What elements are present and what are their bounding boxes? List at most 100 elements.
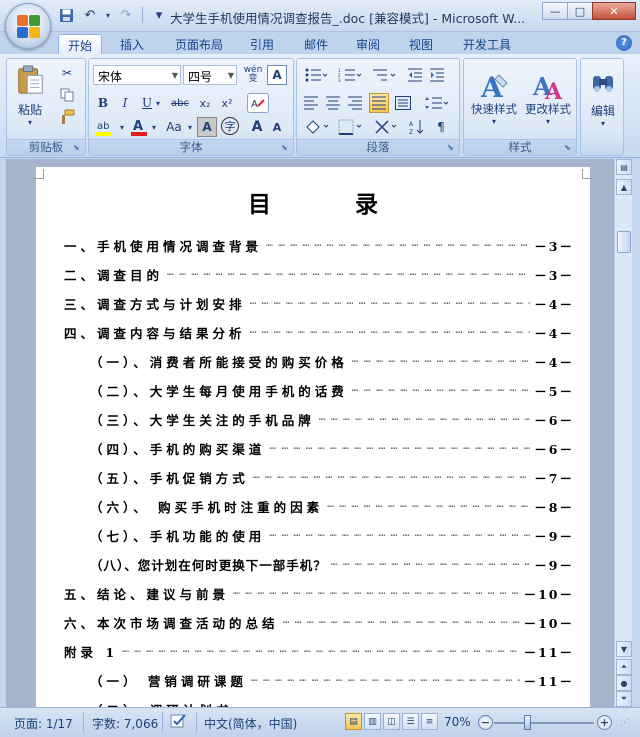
ruler-toggle-icon[interactable]: ▤ [616,159,632,175]
subscript-button[interactable]: x₂ [195,93,215,113]
tab-review[interactable]: 审阅 [346,34,390,54]
close-button[interactable]: ✕ [592,2,636,20]
align-center-icon[interactable] [323,93,343,113]
font-color-button[interactable]: A [129,117,149,137]
underline-dropdown-icon[interactable]: ▾ [153,93,163,113]
full-screen-reading-view-icon[interactable]: ▥ [364,713,381,730]
toc-entry[interactable]: 三、调查方式与计划安排 ┈ ┈ ┈ ┈ ┈ ┈ ┈ ┈ ┈ ┈ ┈ ┈ ┈ ┈ ┈… [64,293,574,313]
styles-launcher-icon[interactable]: ⬊ [564,143,574,153]
scroll-down-icon[interactable]: ▼ [616,641,632,657]
numbering-button[interactable]: 123 [335,65,365,85]
line-spacing-button[interactable] [421,93,451,113]
tab-view[interactable]: 视图 [399,34,443,54]
redo-button[interactable]: ↷ [116,6,136,24]
borders-button[interactable] [335,117,365,137]
page-count-status[interactable]: 页面: 1/17 [14,715,73,732]
scroll-up-icon[interactable]: ▲ [616,179,632,195]
paste-button[interactable]: 粘贴 ▾ [13,65,47,127]
vertical-scrollbar[interactable]: ▤ ▲ ▼ ⏶ ● ⏷ [614,159,632,707]
toc-entry[interactable]: 一、手机使用情况调查背景 ┈ ┈ ┈ ┈ ┈ ┈ ┈ ┈ ┈ ┈ ┈ ┈ ┈ ┈ … [64,235,574,255]
font-launcher-icon[interactable]: ⬊ [281,143,291,153]
toc-entry[interactable]: （二）、大学生每月使用手机的话费 ┈ ┈ ┈ ┈ ┈ ┈ ┈ ┈ ┈ ┈ ┈ ┈ … [90,380,574,400]
zoom-level[interactable]: 70% [444,715,471,729]
character-border-button[interactable]: A [267,65,287,85]
toc-entry[interactable]: 六、本次市场调查活动的总结 ┈ ┈ ┈ ┈ ┈ ┈ ┈ ┈ ┈ ┈ ┈ ┈ ┈ ┈… [64,612,574,632]
show-marks-icon[interactable]: ¶ [431,117,451,137]
paragraph-launcher-icon[interactable]: ⬊ [447,143,457,153]
decrease-indent-icon[interactable] [405,65,425,85]
toc-entry[interactable]: （六）、 购买手机时注重的因素 ┈ ┈ ┈ ┈ ┈ ┈ ┈ ┈ ┈ ┈ ┈ ┈ ┈… [90,496,574,516]
shrink-font-button[interactable]: A [267,117,287,137]
character-shading-button[interactable]: A [197,117,217,137]
select-browse-object-icon[interactable]: ● [616,675,632,691]
proofing-icon[interactable] [170,713,188,732]
print-layout-view-icon[interactable]: ▤ [345,713,362,730]
language-status[interactable]: 中文(简体，中国) [204,715,297,732]
format-painter-icon[interactable] [57,107,77,127]
toc-entry[interactable]: （五）、手机促销方式 ┈ ┈ ┈ ┈ ┈ ┈ ┈ ┈ ┈ ┈ ┈ ┈ ┈ ┈ ┈ … [90,467,574,487]
toc-entry[interactable]: （一）、消费者所能接受的购买价格 ┈ ┈ ┈ ┈ ┈ ┈ ┈ ┈ ┈ ┈ ┈ ┈ … [90,351,574,371]
cut-icon[interactable]: ✂ [57,63,77,83]
italic-button[interactable]: I [115,93,135,113]
quick-styles-button[interactable]: A 快速样式 ▾ [468,63,520,133]
tab-home[interactable]: 开始 [58,34,102,54]
phonetic-guide-button[interactable]: wén 变 [241,65,265,85]
highlight-dropdown-icon[interactable]: ▾ [117,117,127,137]
maximize-button[interactable]: □ [567,2,593,20]
next-page-icon[interactable]: ⏷ [616,691,632,707]
previous-page-icon[interactable]: ⏶ [616,659,632,675]
draft-view-icon[interactable]: ≡ [421,713,438,730]
tab-page-layout[interactable]: 页面布局 [164,34,234,54]
resize-grip-icon[interactable]: ⋰ [620,718,629,728]
change-case-button[interactable]: Aa [163,117,185,137]
tab-developer[interactable]: 开发工具 [452,34,522,54]
change-case-dropdown-icon[interactable]: ▾ [185,117,195,137]
save-button[interactable] [56,6,76,24]
bold-button[interactable]: B [93,93,113,113]
enclose-characters-button[interactable]: 字 [221,117,239,135]
strikethrough-button[interactable]: abc [167,93,193,113]
clipboard-launcher-icon[interactable]: ⬊ [73,143,83,153]
font-color-dropdown-icon[interactable]: ▾ [149,117,159,137]
align-right-icon[interactable] [345,93,365,113]
help-icon[interactable]: ? [616,35,632,51]
toc-entry[interactable]: 二、调查目的 ┈ ┈ ┈ ┈ ┈ ┈ ┈ ┈ ┈ ┈ ┈ ┈ ┈ ┈ ┈ ┈ ┈ … [64,264,574,284]
copy-icon[interactable] [57,85,77,105]
document-page[interactable]: 目 录 一、手机使用情况调查背景 ┈ ┈ ┈ ┈ ┈ ┈ ┈ ┈ ┈ ┈ ┈ ┈ … [34,167,592,708]
tab-insert[interactable]: 插入 [110,34,154,54]
font-size-field[interactable]: 四号 ▼ [183,65,237,85]
font-name-field[interactable]: 宋体 ▼ [93,65,181,85]
zoom-out-icon[interactable]: − [478,715,493,730]
increase-indent-icon[interactable] [427,65,447,85]
grow-font-button[interactable]: A [247,117,267,137]
sort-icon[interactable]: AZ [407,117,427,137]
outline-view-icon[interactable]: ☰ [402,713,419,730]
toc-entry[interactable]: （三）、大学生关注的手机品牌 ┈ ┈ ┈ ┈ ┈ ┈ ┈ ┈ ┈ ┈ ┈ ┈ ┈ … [90,409,574,429]
tab-references[interactable]: 引用 [240,34,284,54]
undo-button[interactable]: ↶ [80,6,100,24]
toc-entry[interactable]: 五、结论、建议与前景 ┈ ┈ ┈ ┈ ┈ ┈ ┈ ┈ ┈ ┈ ┈ ┈ ┈ ┈ ┈ … [64,583,574,603]
toc-entry[interactable]: 四、调查内容与结果分析 ┈ ┈ ┈ ┈ ┈ ┈ ┈ ┈ ┈ ┈ ┈ ┈ ┈ ┈ ┈… [64,322,574,342]
change-styles-button[interactable]: A A 更改样式 ▾ [522,63,574,133]
multilevel-list-button[interactable] [369,65,399,85]
toc-entry[interactable]: 附录 1 ┈ ┈ ┈ ┈ ┈ ┈ ┈ ┈ ┈ ┈ ┈ ┈ ┈ ┈ ┈ ┈ ┈ ┈ … [64,641,574,661]
undo-dropdown-icon[interactable]: ▾ [104,6,112,24]
editing-button[interactable]: 编辑 ▾ [583,63,623,135]
shading-button[interactable] [301,117,331,137]
bullets-button[interactable] [301,65,331,85]
web-layout-view-icon[interactable]: ◫ [383,713,400,730]
chinese-layout-button[interactable] [371,117,401,137]
align-left-icon[interactable] [301,93,321,113]
minimize-button[interactable]: — [542,2,568,20]
office-button[interactable] [5,3,51,49]
toc-entry[interactable]: （七）、手机功能的使用 ┈ ┈ ┈ ┈ ┈ ┈ ┈ ┈ ┈ ┈ ┈ ┈ ┈ ┈ ┈… [90,525,574,545]
toc-entry[interactable]: （八）、您计划在何时更换下一部手机？ ┈ ┈ ┈ ┈ ┈ ┈ ┈ ┈ ┈ ┈ ┈ … [90,554,574,574]
zoom-slider-thumb[interactable] [524,715,531,730]
superscript-button[interactable]: x² [217,93,237,113]
zoom-slider-track[interactable] [494,722,594,724]
customize-qat-button[interactable]: ▾ [149,6,169,24]
highlight-color-button[interactable]: ab [93,117,117,137]
justify-icon[interactable] [369,93,389,113]
toc-entry[interactable]: （一） 营销调研课题 ┈ ┈ ┈ ┈ ┈ ┈ ┈ ┈ ┈ ┈ ┈ ┈ ┈ ┈ ┈ … [90,670,574,690]
toc-entry-partial[interactable]: （二）、调研计划书 [90,699,574,708]
